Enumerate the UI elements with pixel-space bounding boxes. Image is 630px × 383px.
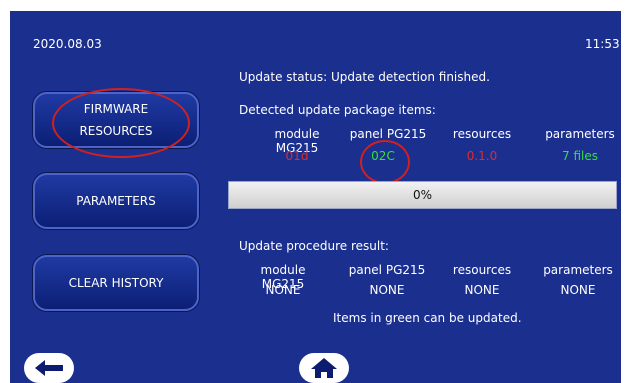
back-button[interactable] (24, 353, 74, 383)
detected-items-title: Detected update package items: (239, 103, 436, 117)
result-value-resources: NONE (464, 283, 500, 297)
result-title: Update procedure result: (239, 239, 389, 253)
result-value-module: NONE (265, 283, 301, 297)
update-progress-bar: 0% (228, 181, 617, 209)
progress-percent: 0% (412, 188, 433, 202)
result-value-parameters: NONE (560, 283, 596, 297)
parameters-label: PARAMETERS (76, 194, 156, 208)
back-arrow-icon (35, 360, 63, 376)
detected-value-parameters: 7 files (562, 149, 598, 163)
detected-value-panel: 02C (371, 149, 395, 163)
header-date: 2020.08.03 (33, 37, 102, 51)
clear-history-button[interactable]: CLEAR HISTORY (33, 255, 199, 311)
detected-value-resources: 0.1.0 (466, 149, 498, 163)
detected-col-label-panel: panel PG215 (349, 127, 427, 141)
parameters-button[interactable]: PARAMETERS (33, 173, 199, 229)
home-button[interactable] (299, 353, 349, 383)
result-col-label-resources: resources (452, 263, 512, 277)
update-status-text: Update status: Update detection finished… (239, 70, 490, 84)
result-col-label-panel: panel PG215 (348, 263, 426, 277)
detected-col-label-parameters: parameters (545, 127, 615, 141)
clear-history-label: CLEAR HISTORY (68, 276, 164, 290)
detected-col-label-resources: resources (452, 127, 512, 141)
detected-value-module: 01d (285, 149, 309, 163)
annotation-ellipse-firmware (52, 88, 190, 158)
result-col-label-parameters: parameters (543, 263, 613, 277)
result-value-panel: NONE (369, 283, 405, 297)
result-note: Items in green can be updated. (333, 311, 522, 325)
header-time: 11:53 (585, 37, 620, 51)
home-icon (311, 358, 337, 378)
